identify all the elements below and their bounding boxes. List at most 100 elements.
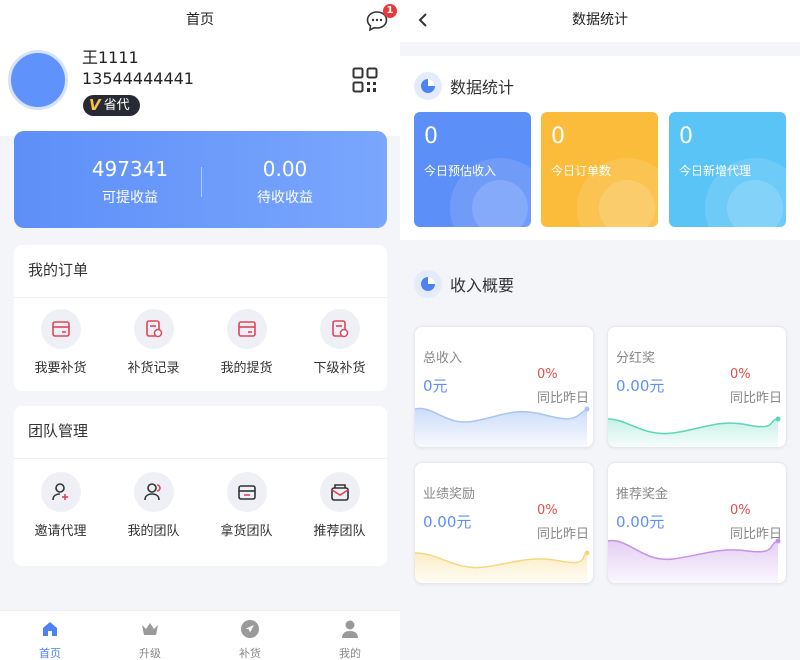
purchase-team-icon	[226, 472, 267, 512]
earnings-card: 497341 可提收益 0.00 待收收益	[14, 131, 387, 228]
team-item-purchase-team[interactable]: 拿货团队	[200, 472, 293, 539]
bottom-tab-bar: 首页 升级 补货 我的	[0, 610, 400, 660]
income-percent: 0%	[537, 367, 558, 382]
stat-value: 0	[551, 124, 565, 149]
restock-icon	[40, 309, 81, 349]
invite-agent-icon	[40, 472, 81, 512]
order-item-label: 下级补货	[313, 361, 366, 376]
stat-value: 0	[679, 124, 693, 149]
income-percent: 0%	[537, 503, 558, 518]
profile-section: 王1111 13544444441 V 省代	[0, 40, 400, 136]
vip-icon: V	[89, 96, 101, 114]
divider	[14, 458, 387, 459]
star-icon	[727, 180, 783, 227]
earnings-divider	[201, 167, 202, 197]
sparkline	[415, 550, 590, 583]
sparkline	[608, 538, 781, 583]
pending-label: 待收收益	[257, 190, 313, 206]
tab-home[interactable]: 首页	[0, 611, 100, 660]
income-summary-header: 收入概要	[414, 270, 514, 298]
my-orders-card: 我的订单 我要补货 补货记录 我的提货 下级补货	[14, 245, 387, 391]
home-screen: 首页 1 王1111 13544444441 V 省代 497341 可提收益 …	[0, 0, 400, 660]
section-title: 我的订单	[28, 261, 89, 279]
section-title: 收入概要	[450, 276, 515, 295]
income-value: 0.00元	[423, 513, 472, 531]
section-title: 团队管理	[28, 422, 89, 440]
user-phone: 13544444441	[82, 69, 194, 88]
sparkline	[415, 406, 590, 447]
tab-label: 我的	[339, 647, 361, 660]
stat-label: 今日新增代理	[679, 164, 752, 178]
user-name: 王1111	[82, 48, 139, 67]
top-bar: 数据统计	[400, 0, 800, 42]
team-item-label: 邀请代理	[34, 524, 87, 539]
income-card-dividend[interactable]: 分红奖 0.00元 0% 同比昨日	[607, 326, 787, 448]
withdrawable-label: 可提收益	[102, 190, 158, 206]
tab-label: 补货	[239, 647, 261, 660]
crown-icon	[142, 623, 158, 635]
tab-restock[interactable]: 补货	[200, 611, 300, 660]
order-item-sub-restock[interactable]: 下级补货	[293, 309, 386, 376]
stat-card-estimated-income[interactable]: 0 今日预估收入	[414, 112, 531, 227]
stat-label: 今日预估收入	[424, 164, 497, 178]
income-value: 0.00元	[616, 513, 665, 531]
records-icon	[133, 309, 174, 349]
income-title: 推荐奖金	[616, 487, 669, 502]
withdrawable-amount: 497341	[91, 157, 169, 181]
team-item-invite[interactable]: 邀请代理	[14, 472, 107, 539]
stat-card-orders[interactable]: 0 今日订单数	[541, 112, 658, 227]
yen-icon	[472, 180, 528, 227]
income-title: 业绩奖励	[423, 487, 476, 502]
order-item-label: 我的提货	[220, 361, 273, 376]
notification-badge: 1	[383, 4, 397, 18]
level-label: 省代	[103, 98, 130, 113]
page-title: 首页	[186, 12, 214, 28]
team-item-label: 我的团队	[127, 524, 180, 539]
back-arrow-icon[interactable]	[418, 13, 428, 27]
page-title: 数据统计	[572, 12, 628, 28]
income-value: 0元	[423, 377, 448, 395]
tab-upgrade[interactable]: 升级	[100, 611, 200, 660]
pickup-icon	[226, 309, 267, 349]
tab-label: 升级	[139, 647, 161, 660]
level-badge: V 省代	[83, 95, 140, 116]
stat-label: 今日订单数	[551, 164, 612, 178]
team-item-my-team[interactable]: 我的团队	[107, 472, 200, 539]
team-item-recommend-team[interactable]: 推荐团队	[293, 472, 386, 539]
pending-amount: 0.00	[262, 157, 308, 181]
section-header: 数据统计	[414, 72, 514, 100]
order-item-label: 补货记录	[127, 361, 180, 376]
home-icon	[43, 622, 57, 636]
income-card-total[interactable]: 总收入 0元 0% 同比昨日	[414, 326, 594, 448]
income-value: 0.00元	[616, 377, 665, 395]
sub-restock-icon	[319, 309, 360, 349]
order-item-label: 我要补货	[34, 361, 87, 376]
team-item-label: 拿货团队	[220, 524, 273, 539]
my-team-icon	[133, 472, 174, 512]
income-percent: 0%	[730, 367, 751, 382]
stat-value: 0	[424, 124, 438, 149]
income-title: 分红奖	[616, 351, 656, 366]
divider	[14, 297, 387, 298]
qr-code-icon[interactable]	[352, 67, 378, 93]
sparkline	[608, 416, 781, 447]
team-management-card: 团队管理 邀请代理 我的团队 拿货团队 推荐团队	[14, 406, 387, 566]
income-card-referral[interactable]: 推荐奖金 0.00元 0% 同比昨日	[607, 462, 787, 584]
tab-mine[interactable]: 我的	[300, 611, 400, 660]
income-title: 总收入	[423, 351, 463, 366]
send-icon	[241, 620, 259, 638]
order-item-my-pickup[interactable]: 我的提货	[200, 309, 293, 376]
recommend-team-icon	[319, 472, 360, 512]
income-card-performance[interactable]: 业绩奖励 0.00元 0% 同比昨日	[414, 462, 594, 584]
avatar[interactable]	[8, 50, 68, 110]
tab-label: 首页	[39, 647, 61, 660]
pie-chart-icon	[414, 72, 442, 100]
order-item-restock-records[interactable]: 补货记录	[107, 309, 200, 376]
team-item-label: 推荐团队	[313, 524, 366, 539]
stat-card-new-agents[interactable]: 0 今日新增代理	[669, 112, 786, 227]
clipboard-icon	[599, 180, 655, 227]
order-item-restock[interactable]: 我要补货	[14, 309, 107, 376]
user-icon	[342, 620, 358, 638]
statistics-screen: 数据统计 数据统计 0 今日预估收入 0 今日订单数 0 今日新增代理 收入概要…	[400, 0, 800, 660]
pie-chart-icon	[414, 270, 442, 298]
